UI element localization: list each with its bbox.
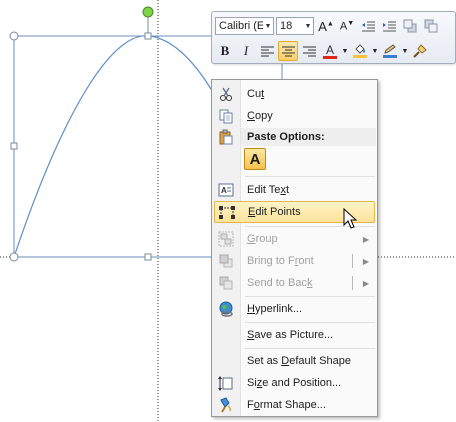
menu-item-bring-to-front[interactable]: Bring to Front ▶ (214, 250, 375, 272)
bold-button[interactable]: B (215, 41, 235, 61)
font-color-dropdown[interactable]: ▼ (341, 41, 349, 61)
menu-item-format-shape[interactable]: Format Shape... (214, 394, 375, 416)
menu-item-save-as-picture[interactable]: Save as Picture... (214, 324, 375, 346)
shape-outline-dropdown[interactable]: ▼ (401, 41, 409, 61)
shrink-font-icon: A▼ (339, 19, 355, 33)
font-color-bar (323, 55, 337, 59)
paint-bucket-icon (355, 44, 365, 54)
hyperlink-globe-icon (219, 301, 233, 317)
menu-item-set-default-shape[interactable]: Set as Default Shape (214, 350, 375, 372)
bring-forward-button[interactable] (400, 16, 420, 36)
increase-indent-icon (383, 21, 396, 32)
resize-handle-left[interactable] (10, 142, 18, 150)
grow-font-button[interactable]: A▲ (316, 16, 336, 36)
align-center-button[interactable] (278, 41, 298, 61)
align-right-icon (302, 46, 316, 56)
resize-handle-bottom[interactable] (144, 253, 152, 261)
menu-item-send-to-back[interactable]: Send to Back ▶ (214, 272, 375, 294)
scissors-icon (220, 87, 232, 101)
italic-button[interactable]: I (236, 41, 256, 61)
shape-outline-bar (383, 55, 397, 58)
bring-forward-icon (403, 19, 417, 33)
align-left-button[interactable] (257, 41, 277, 61)
menu-item-paste-options: Paste Options: (214, 126, 375, 148)
svg-text:A: A (221, 186, 227, 195)
chevron-down-icon: ▼ (304, 22, 312, 30)
format-shape-icon (220, 397, 231, 413)
save-as-picture-icon-slot (214, 324, 238, 346)
send-back-icon (219, 276, 233, 290)
mouse-pointer-icon (343, 208, 358, 229)
paste-icon (219, 129, 233, 145)
group-icon (218, 231, 234, 247)
align-center-icon (281, 46, 295, 56)
decrease-indent-button[interactable] (358, 16, 378, 36)
submenu-arrow-icon[interactable]: ▶ (363, 257, 369, 266)
shape-fill-button[interactable] (350, 41, 370, 61)
menu-item-cut[interactable]: Cut (214, 83, 375, 105)
grow-font-icon: A▲ (318, 18, 334, 34)
set-default-shape-icon-slot (214, 350, 238, 372)
format-painter-icon (413, 44, 427, 58)
menu-separator (245, 322, 375, 323)
mini-toolbar: Calibri (E ▼ 18 ▼ A▲ A▼ B I A ▼ ▼ ▼ (211, 11, 456, 64)
menu-item-hyperlink[interactable]: Hyperlink... (214, 298, 375, 320)
resize-handle-top[interactable] (144, 32, 152, 40)
font-name-combo[interactable]: Calibri (E ▼ (215, 17, 274, 35)
menu-separator (245, 176, 375, 177)
menu-item-edit-text[interactable]: A Edit Text (214, 179, 375, 201)
font-color-button[interactable]: A (320, 41, 340, 61)
split-divider (352, 254, 353, 268)
copy-icon (219, 109, 233, 124)
paste-options-label: Paste Options: (247, 131, 325, 143)
mini-toolbar-row-format: B I A ▼ ▼ ▼ (215, 40, 431, 62)
chevron-down-icon: ▼ (264, 22, 272, 30)
paste-keep-text-only-button[interactable]: A (244, 148, 266, 170)
chevron-down-icon: ▼ (401, 47, 409, 55)
menu-item-group[interactable]: Group ▶ (214, 228, 375, 250)
format-painter-button[interactable] (410, 41, 430, 61)
pencil-icon (384, 44, 396, 54)
rotation-handle[interactable] (142, 6, 154, 18)
send-backward-button[interactable] (421, 16, 441, 36)
menu-separator (245, 348, 375, 349)
font-color-letter: A (325, 42, 334, 57)
align-left-icon (260, 46, 274, 56)
split-divider (352, 276, 353, 290)
edit-points-icon (219, 206, 235, 219)
context-menu: Cut Copy Paste Options: A A Edit Text Ed… (211, 79, 378, 417)
submenu-arrow-icon: ▶ (362, 234, 369, 244)
send-backward-icon (424, 19, 438, 33)
mini-toolbar-row-font: Calibri (E ▼ 18 ▼ A▲ A▼ (215, 15, 442, 37)
submenu-arrow-icon[interactable]: ▶ (363, 279, 369, 288)
chevron-down-icon: ▼ (341, 47, 349, 55)
size-position-icon (218, 376, 233, 391)
font-size-combo[interactable]: 18 ▼ (276, 17, 314, 35)
align-right-button[interactable] (299, 41, 319, 61)
resize-handle-top-left[interactable] (9, 31, 19, 41)
font-name-value: Calibri (E (219, 20, 263, 32)
font-size-value: 18 (280, 20, 293, 32)
menu-item-copy[interactable]: Copy (214, 105, 375, 127)
menu-separator (245, 296, 375, 297)
resize-handle-bottom-left[interactable] (9, 252, 19, 262)
decrease-indent-icon (362, 21, 375, 32)
shape-outline-button[interactable] (380, 41, 400, 61)
bring-front-icon (219, 254, 233, 268)
increase-indent-button[interactable] (379, 16, 399, 36)
text-box-icon: A (218, 183, 234, 197)
menu-item-size-and-position[interactable]: Size and Position... (214, 372, 375, 394)
shape-fill-bar (353, 55, 367, 58)
shape-fill-dropdown[interactable]: ▼ (371, 41, 379, 61)
shrink-font-button[interactable]: A▼ (337, 16, 357, 36)
chevron-down-icon: ▼ (371, 47, 379, 55)
